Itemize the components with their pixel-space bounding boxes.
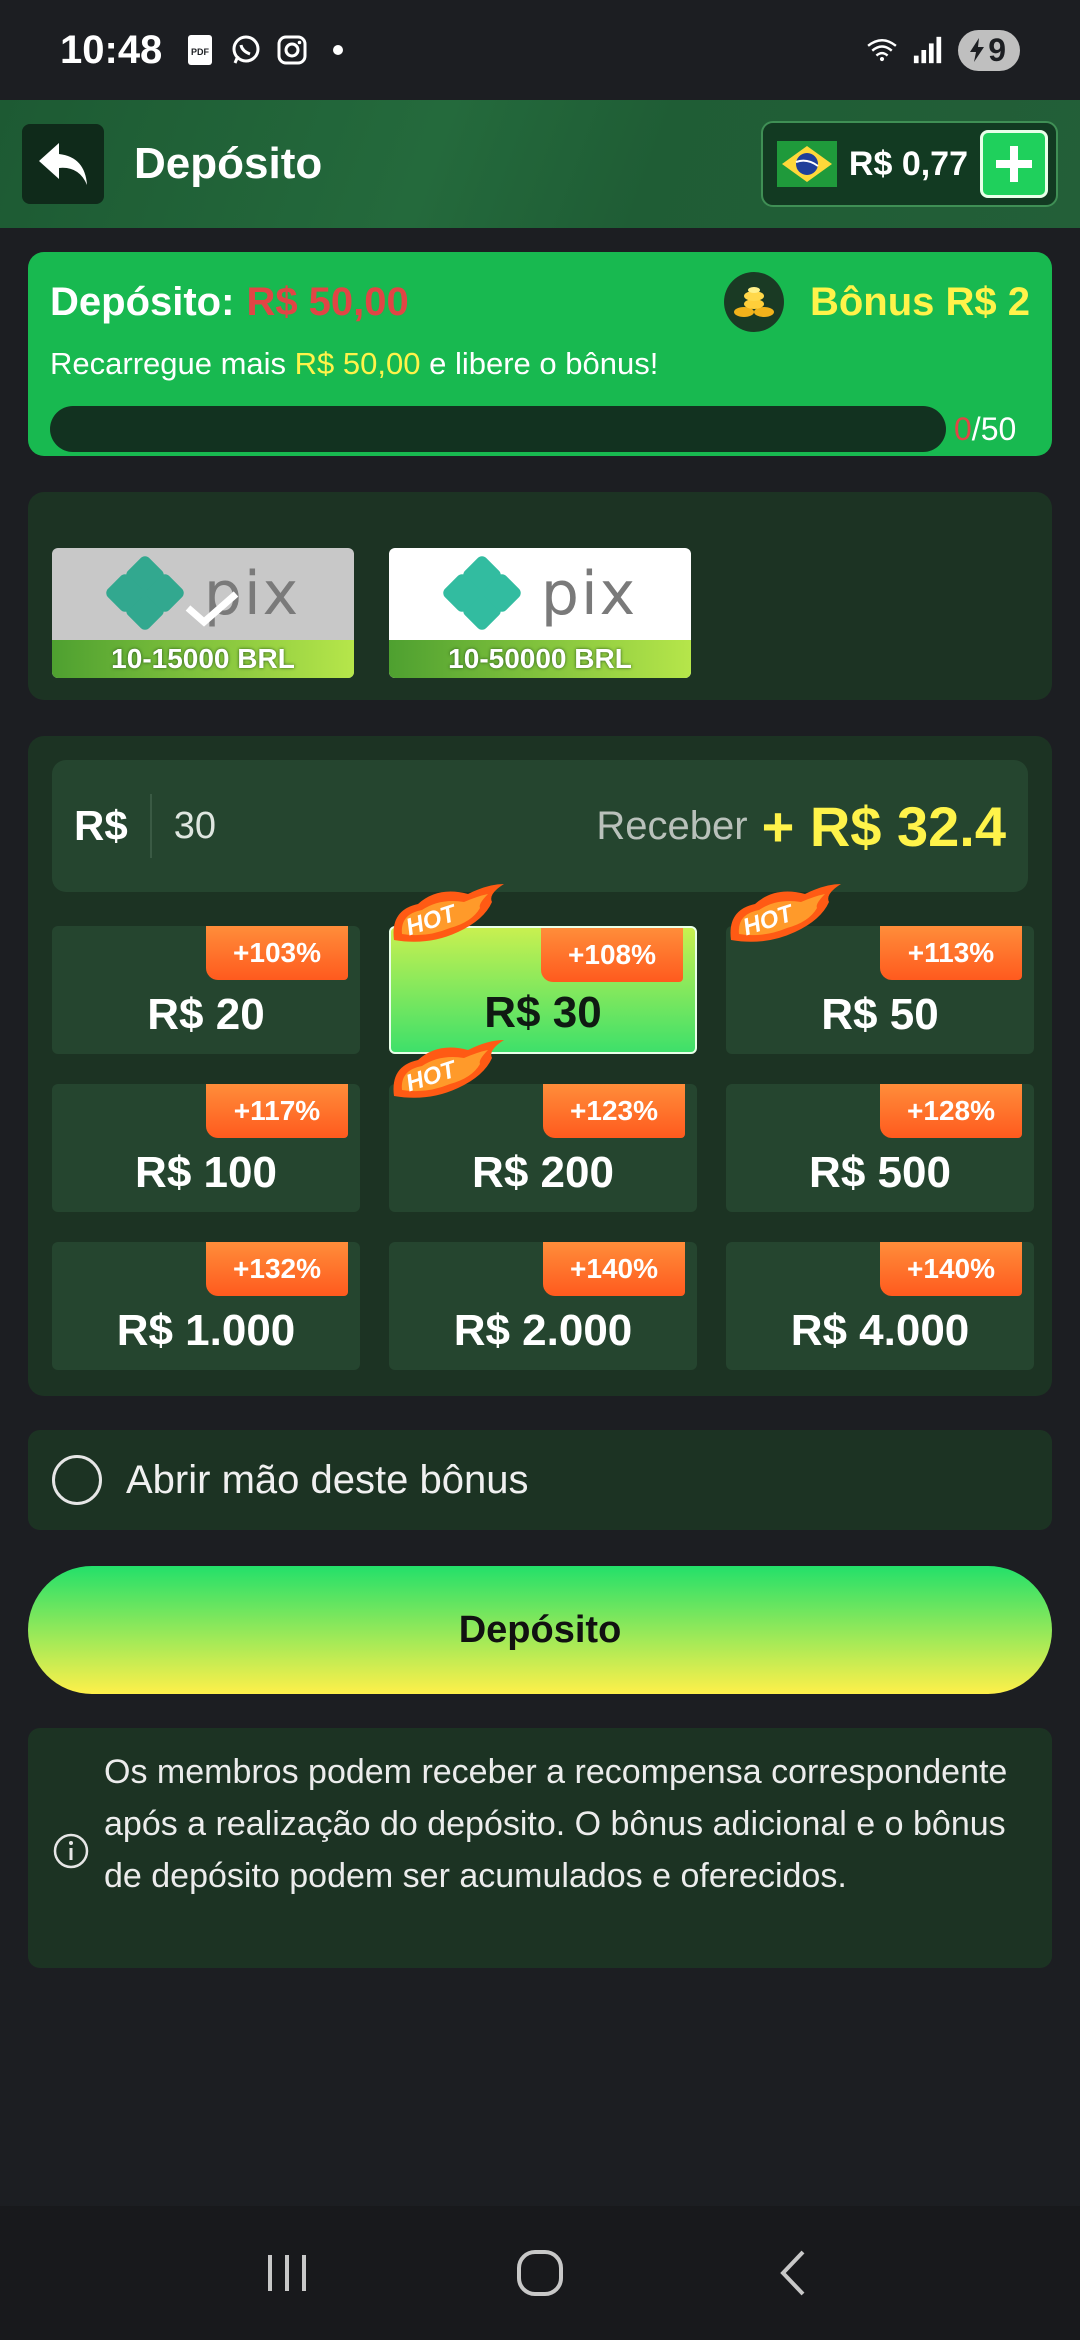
receive-label: Receber bbox=[596, 803, 748, 848]
waive-bonus-label: Abrir mão deste bônus bbox=[126, 1457, 529, 1502]
amount-input-field[interactable]: R$ 30 Receber + R$ 32.4 bbox=[52, 760, 1028, 892]
pix-wordmark: pix bbox=[540, 559, 638, 629]
system-back-button[interactable] bbox=[753, 2233, 833, 2313]
bonus-message-prefix: Recarregue mais bbox=[50, 346, 287, 381]
brazil-flag-icon bbox=[776, 137, 837, 191]
waive-bonus-radio[interactable] bbox=[52, 1455, 102, 1505]
dot-icon bbox=[322, 34, 354, 66]
bonus-percent-badge: +103% bbox=[206, 926, 348, 980]
amount-option-20[interactable]: +103% R$ 20 bbox=[52, 926, 360, 1054]
payment-range: 10-15000 BRL bbox=[52, 640, 354, 678]
amount-option-value: R$ 200 bbox=[472, 1148, 614, 1197]
input-divider bbox=[149, 794, 152, 858]
wifi-icon bbox=[866, 34, 898, 66]
amount-option-value: R$ 30 bbox=[484, 988, 602, 1037]
pix-logo-icon bbox=[443, 556, 521, 630]
bonus-message-amount: R$ 50,00 bbox=[294, 346, 421, 381]
back-arrow-icon bbox=[39, 143, 87, 185]
home-button[interactable] bbox=[500, 2233, 580, 2313]
page-title: Depósito bbox=[134, 139, 323, 188]
bonus-percent-badge: +117% bbox=[206, 1084, 348, 1138]
instagram-icon bbox=[276, 34, 308, 66]
gold-coins-icon bbox=[723, 272, 784, 332]
amount-panel: R$ 30 Receber + R$ 32.4 +103% R$ 20 +108… bbox=[28, 736, 1052, 1396]
payment-method-pix-2[interactable]: pix 10-50000 BRL bbox=[389, 548, 691, 678]
amount-option-100[interactable]: +117% R$ 100 bbox=[52, 1084, 360, 1212]
payment-methods-panel: pix 10-15000 BRL pix 10-50000 BRL bbox=[28, 492, 1052, 700]
progress-total: /50 bbox=[971, 410, 1017, 447]
pix-logo-icon bbox=[106, 556, 184, 630]
hot-flame-icon: HOT bbox=[393, 884, 504, 942]
progress-count: 0/50 bbox=[954, 411, 1016, 448]
deposit-required-amount: R$ 50,00 bbox=[246, 279, 409, 324]
system-nav-bar bbox=[0, 2206, 1080, 2340]
amount-option-value: R$ 1.000 bbox=[116, 1306, 296, 1355]
charging-icon bbox=[970, 38, 985, 62]
bonus-percent-badge: +128% bbox=[880, 1084, 1022, 1138]
pdf-icon: PDF bbox=[184, 34, 216, 66]
bonus-message: Recarregue mais R$ 50,00 e libere o bônu… bbox=[50, 346, 1030, 382]
amount-value[interactable]: 30 bbox=[174, 805, 216, 848]
home-icon bbox=[516, 2250, 563, 2296]
hot-flame-icon: HOT bbox=[730, 884, 841, 942]
balance-amount: R$ 0,77 bbox=[848, 144, 968, 183]
battery-indicator: 9 bbox=[958, 29, 1020, 71]
svg-text:PDF: PDF bbox=[191, 47, 210, 57]
payment-range: 10-50000 BRL bbox=[389, 640, 691, 678]
bonus-amount: Bônus R$ 2 bbox=[809, 279, 1030, 324]
bonus-percent-badge: +123% bbox=[543, 1084, 685, 1138]
waive-bonus-option[interactable]: Abrir mão deste bônus bbox=[28, 1430, 1052, 1530]
amount-option-500[interactable]: +128% R$ 500 bbox=[726, 1084, 1034, 1212]
receive-value: + R$ 32.4 bbox=[761, 794, 1006, 858]
bonus-percent-badge: +140% bbox=[543, 1242, 685, 1296]
info-box: Os membros podem receber a recompensa co… bbox=[28, 1728, 1052, 1968]
battery-level: 9 bbox=[988, 31, 1006, 68]
deposit-bonus-card: Depósito: R$ 50,00 Bônus R$ 2 Recarregue… bbox=[28, 252, 1052, 456]
amount-option-value: R$ 2.000 bbox=[453, 1306, 633, 1355]
notification-icons: PDF bbox=[184, 34, 354, 66]
currency-label: R$ bbox=[74, 802, 128, 849]
balance-widget[interactable]: R$ 0,77 bbox=[760, 121, 1058, 207]
add-funds-button[interactable] bbox=[980, 130, 1048, 198]
deposit-button[interactable]: Depósito bbox=[28, 1566, 1052, 1694]
bonus-progress-bar bbox=[50, 406, 946, 452]
bonus-percent-badge: +108% bbox=[541, 928, 683, 982]
amount-option-value: R$ 4.000 bbox=[790, 1306, 970, 1355]
bonus-percent-badge: +140% bbox=[880, 1242, 1022, 1296]
info-icon bbox=[53, 1833, 89, 1869]
status-time: 10:48 bbox=[60, 27, 163, 72]
recent-apps-icon bbox=[267, 2255, 306, 2291]
bonus-percent-badge: +132% bbox=[206, 1242, 348, 1296]
amount-option-2000[interactable]: +140% R$ 2.000 bbox=[389, 1242, 697, 1370]
whatsapp-icon bbox=[230, 34, 262, 66]
page-header: Depósito R$ 0,77 bbox=[0, 100, 1080, 228]
amount-option-value: R$ 500 bbox=[809, 1148, 951, 1197]
amount-option-1000[interactable]: +132% R$ 1.000 bbox=[52, 1242, 360, 1370]
info-text: Os membros podem receber a recompensa co… bbox=[104, 1753, 1008, 1895]
checkmark-icon bbox=[185, 591, 239, 627]
bonus-message-suffix: e libere o bônus! bbox=[429, 346, 659, 381]
status-bar: 10:48 PDF 9 bbox=[0, 0, 1080, 100]
amount-option-value: R$ 100 bbox=[135, 1148, 277, 1197]
signal-icon bbox=[912, 34, 944, 66]
plus-icon bbox=[996, 146, 1032, 182]
chevron-left-icon bbox=[780, 2250, 805, 2296]
bonus-percent-badge: +113% bbox=[880, 926, 1022, 980]
deposit-label: Depósito: bbox=[50, 279, 235, 324]
hot-flame-icon: HOT bbox=[393, 1040, 504, 1098]
recent-apps-button[interactable] bbox=[247, 2233, 327, 2313]
back-button[interactable] bbox=[22, 124, 104, 204]
amount-option-value: R$ 20 bbox=[147, 990, 265, 1039]
progress-current: 0 bbox=[954, 410, 972, 447]
amount-option-4000[interactable]: +140% R$ 4.000 bbox=[726, 1242, 1034, 1370]
amount-option-value: R$ 50 bbox=[821, 990, 939, 1039]
payment-method-pix-1[interactable]: pix 10-15000 BRL bbox=[52, 548, 354, 678]
